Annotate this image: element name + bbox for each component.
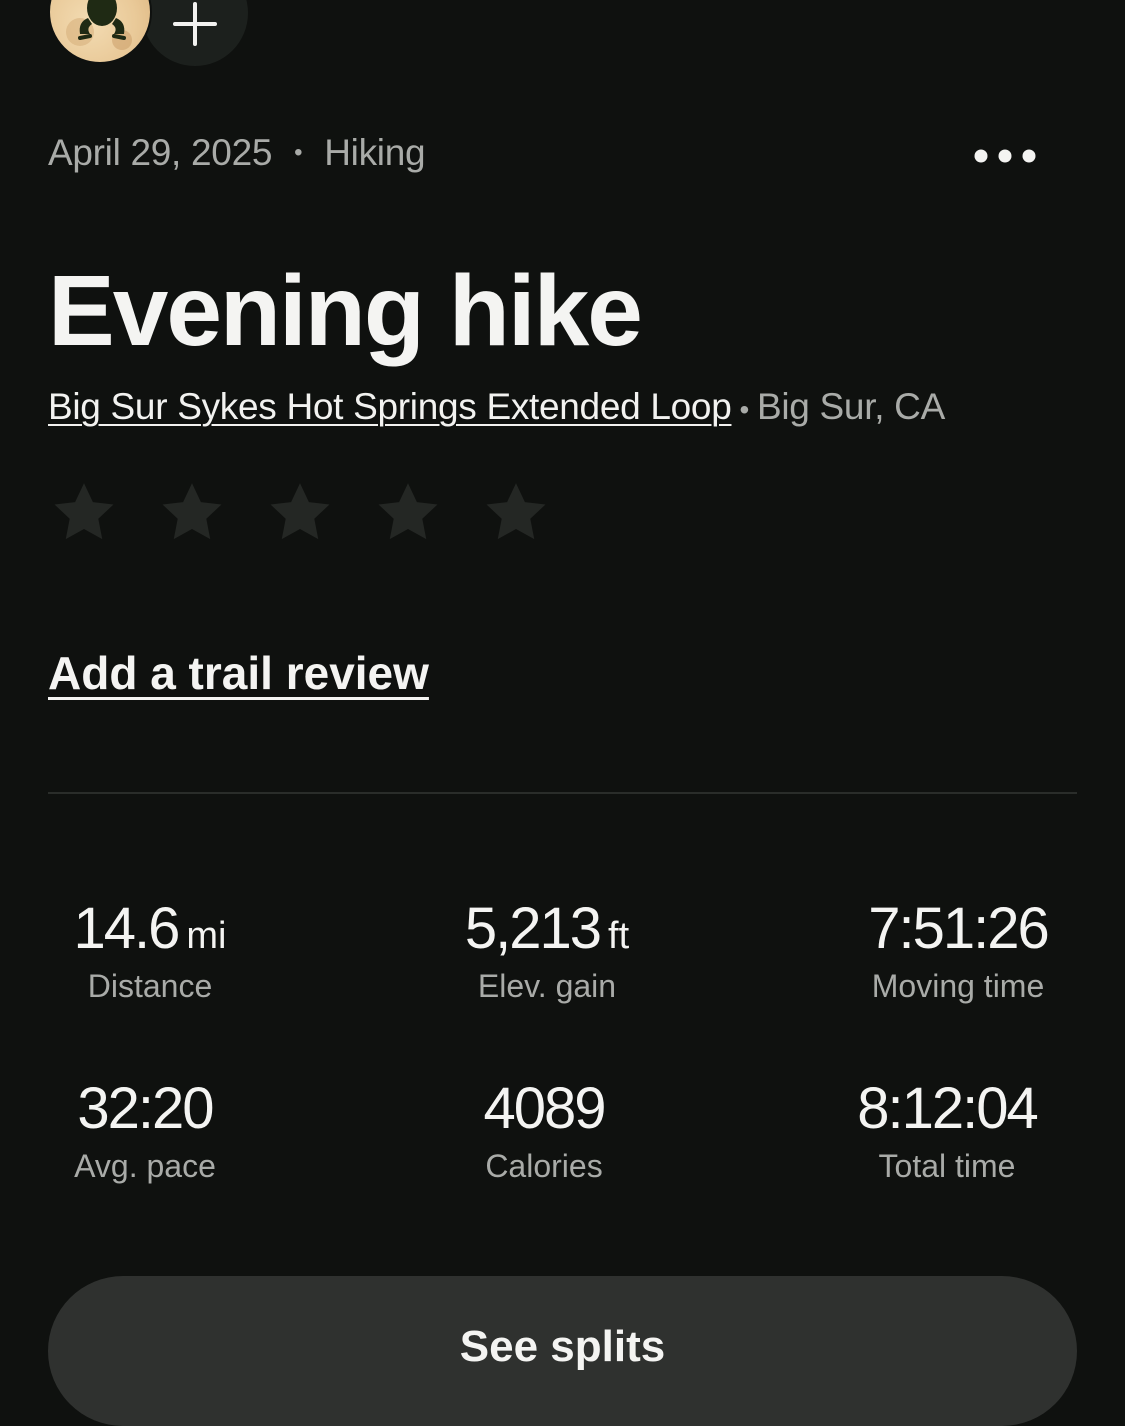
activity-meta: April 29, 2025 • Hiking xyxy=(48,132,426,174)
stat-label: Distance xyxy=(87,968,213,1004)
stat-label: Avg. pace xyxy=(74,1148,216,1184)
stat-label: Calories xyxy=(485,1148,603,1184)
stat-label: Moving time xyxy=(871,968,1045,1004)
location-separator: • xyxy=(739,394,749,425)
star-icon[interactable] xyxy=(372,478,444,548)
location-text: Big Sur, CA xyxy=(757,386,945,427)
star-icon[interactable] xyxy=(156,478,228,548)
stat-distance: 14.6 mi Distance xyxy=(0,900,320,1005)
divider xyxy=(48,792,1077,794)
stat-elevation-gain: 5,213 ft Elev. gain xyxy=(377,900,717,1005)
add-trail-review-link[interactable]: Add a trail review xyxy=(48,646,429,700)
star-rating xyxy=(48,478,552,548)
stat-unit: mi xyxy=(186,915,227,957)
location-row: Big Sur Sykes Hot Springs Extended Loop •… xyxy=(48,386,945,428)
meta-separator: • xyxy=(294,139,303,166)
more-horizontal-icon xyxy=(974,149,1036,163)
stat-label: Elev. gain xyxy=(477,968,617,1004)
add-companion-button[interactable] xyxy=(142,0,248,66)
stat-value: 7:51:26 xyxy=(868,896,1050,961)
stat-total-time: 8:12:04 Total time xyxy=(777,1080,1117,1185)
star-icon[interactable] xyxy=(264,478,336,548)
frog-avatar-icon xyxy=(66,0,132,50)
stat-moving-time: 7:51:26 Moving time xyxy=(788,900,1125,1005)
avatar[interactable] xyxy=(48,0,152,64)
stat-value: 14.6 xyxy=(73,896,181,961)
stat-value: 5,213 xyxy=(464,896,602,961)
activity-date: April 29, 2025 xyxy=(48,132,273,173)
more-options-button[interactable] xyxy=(966,136,1046,176)
stat-label: Total time xyxy=(878,1148,1016,1184)
see-splits-label: See splits xyxy=(459,1322,666,1371)
star-icon[interactable] xyxy=(480,478,552,548)
activity-type: Hiking xyxy=(324,132,426,173)
stat-unit: ft xyxy=(608,915,630,957)
stat-avg-pace: 32:20 Avg. pace xyxy=(0,1080,315,1185)
trail-link[interactable]: Big Sur Sykes Hot Springs Extended Loop xyxy=(48,386,732,427)
plus-icon xyxy=(173,2,217,46)
star-icon[interactable] xyxy=(48,478,120,548)
stat-value: 4089 xyxy=(483,1076,606,1141)
stat-value: 32:20 xyxy=(77,1076,214,1141)
see-splits-button[interactable]: See splits xyxy=(48,1276,1077,1426)
activity-title: Evening hike xyxy=(48,255,643,367)
stat-value: 8:12:04 xyxy=(857,1076,1039,1141)
stat-calories: 4089 Calories xyxy=(374,1080,714,1185)
